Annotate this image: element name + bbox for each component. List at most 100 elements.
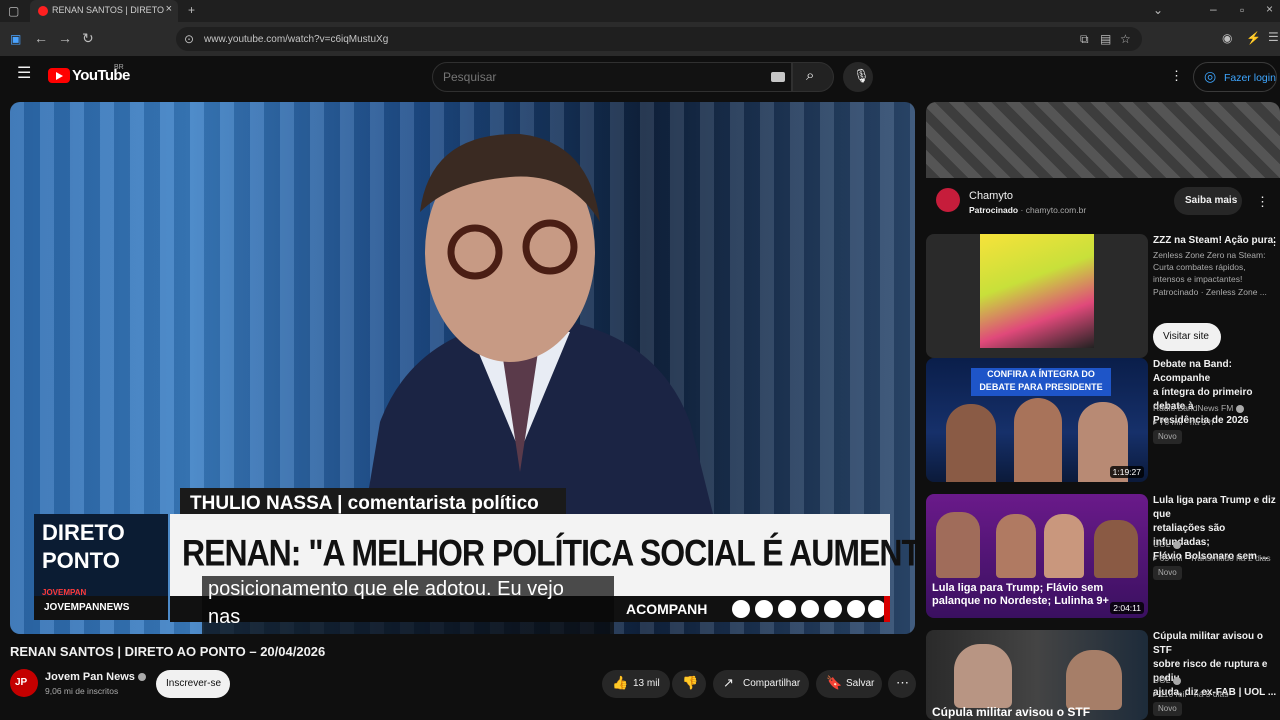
youtube-favicon-icon (38, 6, 48, 16)
promo-title[interactable]: ZZZ na Steam! Ação pura. (1153, 234, 1280, 248)
country-code: BR (114, 64, 124, 71)
rec-thumbnail[interactable]: Cúpula militar avisou o STF (926, 630, 1148, 720)
ad-domain: chamyto.com.br (1025, 205, 1087, 215)
hamburger-menu-icon[interactable]: ☰ (17, 66, 31, 82)
promo-sponsor: Patrocinado · Zenless Zone ... (1153, 287, 1267, 297)
promo-thumbnail[interactable] (926, 234, 1148, 358)
new-badge: Novo (1153, 430, 1182, 444)
caption-line-2: nas (208, 606, 241, 628)
verified-icon (137, 673, 146, 682)
rec-meta-text: 65 mil · Transmitido há 2 dias (1159, 553, 1271, 563)
more-actions-button[interactable]: ⋯ (888, 670, 916, 698)
ad-banner-image[interactable] (926, 102, 1280, 178)
learn-more-button[interactable]: Saiba mais (1174, 187, 1242, 215)
ad-more-icon[interactable]: ⋮ (1256, 195, 1269, 208)
tab-actions-icon[interactable]: ▢ (8, 5, 19, 17)
maximize-icon[interactable]: ▫ (1240, 4, 1244, 16)
close-tab-icon[interactable]: × (166, 3, 172, 15)
rec-channel[interactable]: Rádio BandNews FM (1153, 402, 1280, 414)
browser-tab[interactable]: RENAN SANTOS | DIRETO AO P × (30, 0, 178, 22)
reader-icon[interactable]: ▤ (1100, 33, 1111, 45)
login-label: Fazer login (1224, 72, 1276, 84)
more-horizontal-icon: ⋯ (896, 675, 909, 690)
closed-caption: posicionamento que ele adotou. Eu vejo n… (202, 576, 614, 634)
sidebar-toggle-icon[interactable]: ▣ (10, 33, 21, 45)
ad-sponsored-line: Patrocinado · chamyto.com.br (969, 205, 1087, 215)
verified-icon (1173, 676, 1182, 685)
share-icon: ↗ (723, 675, 734, 690)
instagram-icon (847, 600, 865, 618)
channel-avatar[interactable]: JP (10, 669, 38, 697)
presenter-figure (360, 133, 720, 542)
reload-icon[interactable]: ↻ (82, 31, 94, 45)
save-button[interactable]: 🔖 Salvar (816, 670, 882, 698)
caption-line-1: posicionamento que ele adotou. Eu vejo (208, 578, 564, 600)
tiktok-icon (732, 600, 750, 618)
candidate-figure (1014, 398, 1062, 482)
search-icon: ⌕ (806, 67, 815, 84)
person-figure (1066, 650, 1122, 710)
search-button[interactable]: ⌕ (792, 62, 834, 92)
keyboard-icon[interactable] (771, 72, 785, 82)
advertiser-name[interactable]: Chamyto (969, 190, 1013, 202)
rec-thumb-banner: CONFIRA A ÍNTEGRA DO DEBATE PARA PRESIDE… (971, 368, 1111, 396)
mic-icon: 🎙 (853, 68, 870, 83)
minimize-icon[interactable]: – (1210, 3, 1217, 15)
channel-name[interactable]: Jovem Pan News (45, 671, 146, 683)
share-button[interactable]: ↗ Compartilhar (713, 670, 809, 698)
rec-thumbnail[interactable]: CONFIRA A ÍNTEGRA DO DEBATE PARA PRESIDE… (926, 358, 1148, 482)
close-window-icon[interactable]: × (1266, 3, 1273, 15)
channel-avatar-text: JP (15, 677, 28, 688)
site-info-icon[interactable]: ⊙ (184, 33, 194, 45)
verified-icon (1173, 540, 1182, 549)
url-field[interactable]: ⊙ www.youtube.com/watch?v=c6iqMustuXg ⧉ … (176, 27, 1142, 51)
subscribe-label: Inscrever-se (166, 678, 222, 689)
subscriber-count: 9,06 mi de inscritos (45, 686, 119, 696)
candidate-figure (946, 404, 996, 482)
video-player[interactable]: THULIO NASSA | comentarista político REN… (10, 102, 915, 634)
new-badge: Novo (1153, 566, 1182, 580)
video-duration: 1:19:27 (1109, 466, 1144, 478)
back-icon[interactable]: ← (34, 31, 48, 45)
channel-name-text: Jovem Pan News (45, 671, 135, 683)
extensions-icon[interactable]: ⚡ (1246, 32, 1261, 44)
bookmark-star-icon[interactable]: ☆ (1120, 33, 1131, 45)
bookmark-icon: 🔖 (826, 675, 843, 690)
rec-channel[interactable]: UOL (1153, 674, 1280, 686)
url-text: www.youtube.com/watch?v=c6iqMustuXg (204, 34, 389, 45)
like-button[interactable]: 👍 13 mil (602, 670, 670, 698)
address-toolbar: ▣ ← → ↻ ⊙ www.youtube.com/watch?v=c6iqMu… (0, 22, 1280, 56)
rec-channel[interactable]: UOL (1153, 538, 1280, 550)
search-input[interactable] (443, 69, 743, 85)
forward-icon[interactable]: → (58, 31, 72, 45)
learn-more-label: Saiba mais (1185, 195, 1238, 206)
rec-channel-text: UOL (1153, 539, 1171, 549)
rec-channel-text: UOL (1153, 675, 1171, 685)
whatsapp-icon (824, 600, 842, 618)
dislike-button[interactable]: 👎 (672, 670, 706, 698)
person-figure (1044, 514, 1084, 578)
rec-title-line: Cúpula militar avisou o STF (1153, 631, 1264, 656)
sponsored-label: Patrocinado (969, 205, 1019, 215)
chevron-down-icon[interactable]: ⌄ (1153, 4, 1163, 16)
login-button[interactable]: ◎ Fazer login (1193, 62, 1277, 92)
promo-more-icon[interactable]: ⋮ (1269, 236, 1280, 249)
subscribe-button[interactable]: Inscrever-se (156, 670, 230, 698)
ticker-accent (884, 596, 890, 622)
person-figure (996, 514, 1036, 578)
visit-site-button[interactable]: Visitar site (1153, 323, 1221, 351)
account-icon[interactable]: ◉ (1222, 32, 1232, 44)
rec-meta-text: 78 mil · há 9 h (1159, 417, 1214, 427)
rec-meta-text: 110 mil · há 5 dias (1159, 689, 1229, 699)
voice-search-button[interactable]: 🎙 (843, 62, 873, 92)
settings-more-icon[interactable]: ⋮ (1170, 69, 1183, 82)
advertiser-logo[interactable] (936, 188, 960, 212)
tab-title: RENAN SANTOS | DIRETO AO P (52, 5, 164, 15)
share-label: Compartilhar (743, 678, 801, 689)
menu-icon[interactable]: ☰ (1268, 31, 1279, 43)
browser-tab-bar: ▢ RENAN SANTOS | DIRETO AO P × + ⌄ – ▫ × (0, 0, 1280, 22)
new-tab-icon[interactable]: + (188, 4, 195, 16)
rec-meta: ▸ 65 mil · Transmitido há 2 dias (1153, 553, 1271, 563)
rec-thumbnail[interactable]: Lula liga para Trump; Flávio sem palanqu… (926, 494, 1148, 618)
screenshot-icon[interactable]: ⧉ (1080, 33, 1089, 45)
